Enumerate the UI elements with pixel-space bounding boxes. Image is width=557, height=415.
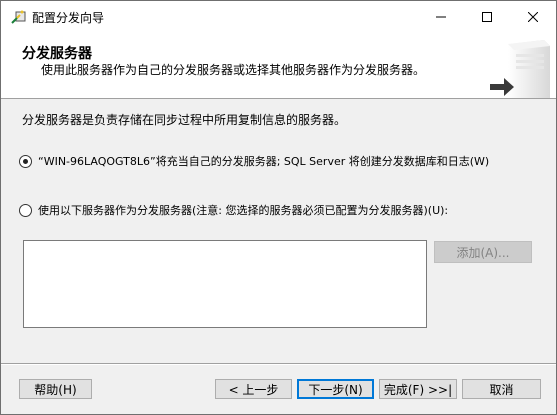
finish-button[interactable]: 完成(F) >>| xyxy=(379,379,457,399)
footer-divider-highlight xyxy=(1,364,556,365)
maximize-button[interactable] xyxy=(464,1,510,32)
radio-self-selected[interactable] xyxy=(19,154,32,168)
back-button[interactable]: < 上一步 xyxy=(215,379,292,399)
minimize-icon xyxy=(436,16,446,17)
option-other-distributor[interactable]: 使用以下服务器作为分发服务器(注意: 您选择的服务器必须已配置为分发服务器)(U… xyxy=(19,202,448,218)
close-button[interactable] xyxy=(510,1,556,32)
wizard-icon xyxy=(11,9,27,25)
title-bar: 配置分发向导 xyxy=(1,1,556,32)
option-other-label: 使用以下服务器作为分发服务器(注意: 您选择的服务器必须已配置为分发服务器)(U… xyxy=(38,204,449,217)
page-title: 分发服务器 xyxy=(22,46,92,62)
maximize-icon xyxy=(482,11,492,22)
server-listbox[interactable] xyxy=(23,240,427,328)
next-button[interactable]: 下一步(N) xyxy=(297,379,374,399)
option-self-distributor[interactable]: “WIN-96LAQOGT8L6”将充当自己的分发服务器; SQL Server… xyxy=(19,153,489,169)
server-icon xyxy=(490,38,550,98)
page-subtitle: 使用此服务器作为自己的分发服务器或选择其他服务器作为分发服务器。 xyxy=(41,63,426,77)
header-banner: 分发服务器 使用此服务器作为自己的分发服务器或选择其他服务器作为分发服务器。 xyxy=(1,32,556,99)
add-server-button[interactable]: 添加(A)... xyxy=(434,241,532,263)
help-button[interactable]: 帮助(H) xyxy=(19,379,92,399)
minimize-button[interactable] xyxy=(418,1,464,32)
radio-other[interactable] xyxy=(19,203,32,217)
cancel-button[interactable]: 取消 xyxy=(462,379,541,399)
intro-text: 分发服务器是负责存储在同步过程中所用复制信息的服务器。 xyxy=(22,113,347,127)
option-self-label: “WIN-96LAQOGT8L6”将充当自己的分发服务器; SQL Server… xyxy=(38,155,490,168)
window-title: 配置分发向导 xyxy=(32,11,105,25)
close-icon xyxy=(528,11,538,22)
wizard-window: 配置分发向导 分发服务器 使用此服务器作为自己的分发服务器或选择其他服务器作为分… xyxy=(0,0,557,415)
